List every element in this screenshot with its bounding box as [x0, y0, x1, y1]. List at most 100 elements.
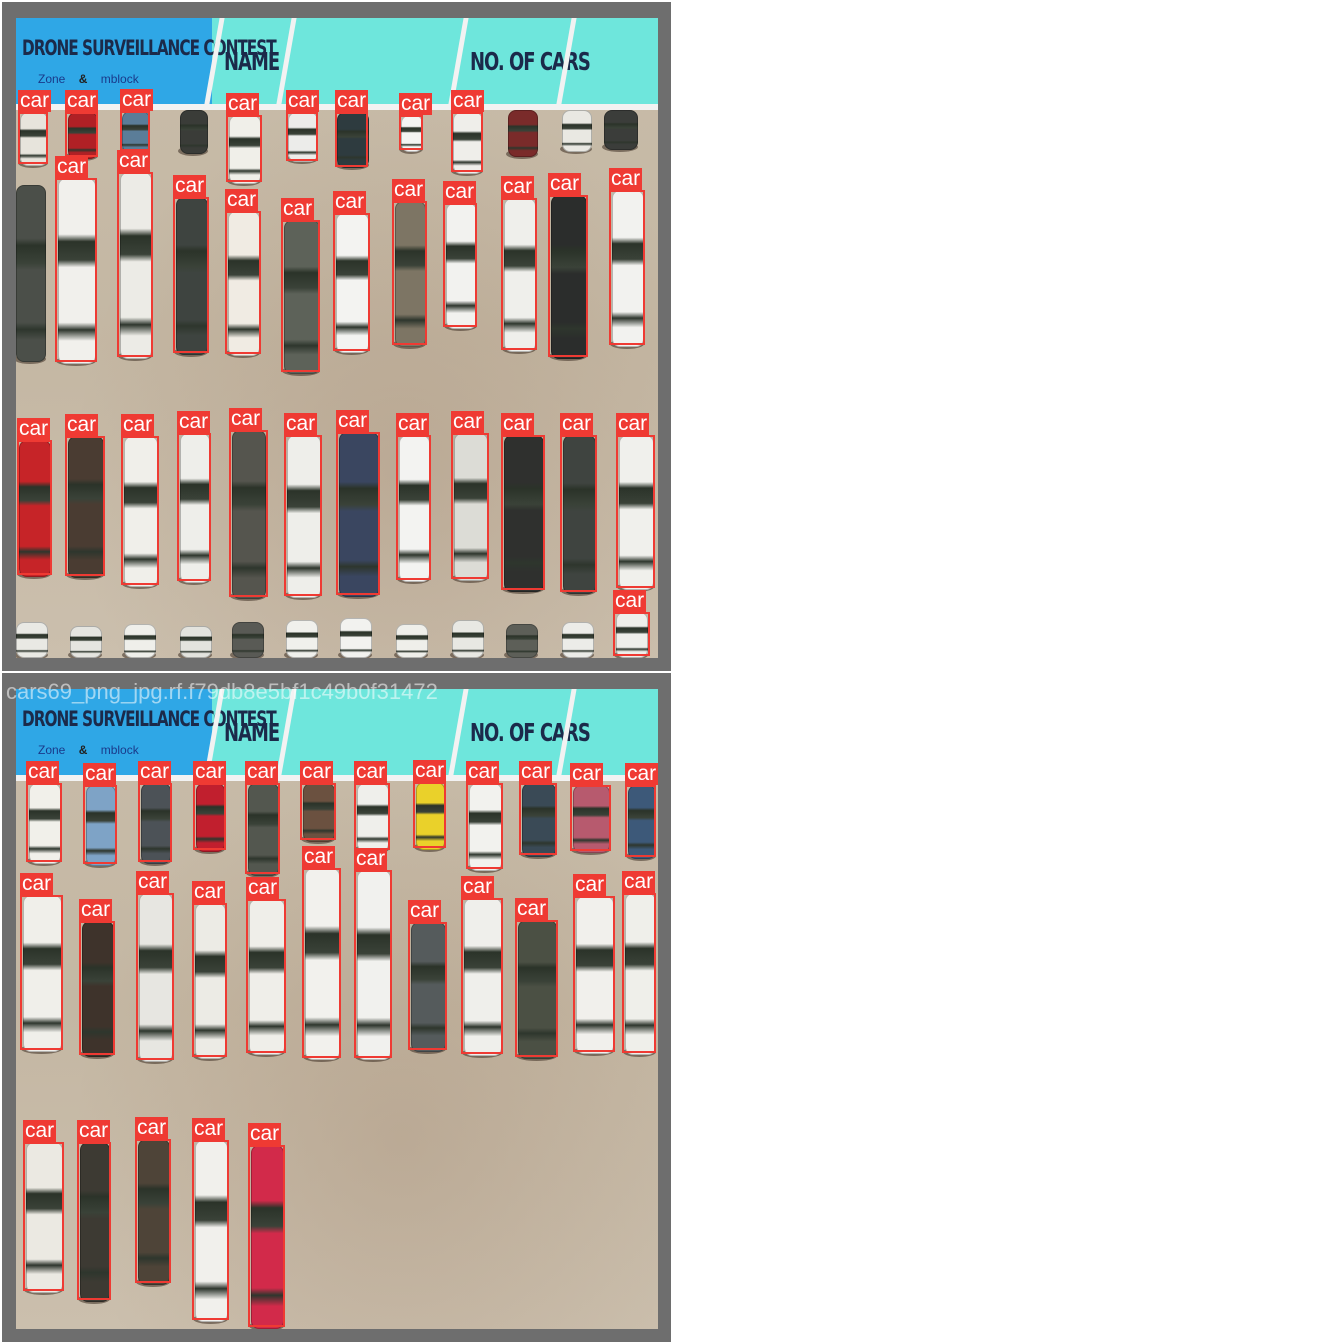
banner-logo: Zone & mblock [38, 72, 139, 86]
parked-car [124, 624, 156, 658]
detection-box [443, 203, 477, 327]
detection-box [392, 201, 427, 345]
detection-box [79, 921, 115, 1055]
detection-label: car [245, 760, 279, 783]
detection-box [616, 435, 655, 588]
detection-box [65, 112, 98, 157]
detection-box [622, 893, 656, 1053]
detection-box [573, 896, 615, 1052]
detection-box [461, 898, 503, 1054]
detection-label: car [560, 412, 594, 435]
detection-box [245, 783, 280, 874]
detection-label: car [55, 155, 89, 178]
detection-label: car [65, 89, 99, 112]
detection-label: car [616, 412, 650, 435]
detection-box [26, 783, 62, 862]
detection-label: car [300, 760, 334, 783]
detection-label: car [548, 172, 582, 195]
detection-box [548, 195, 588, 357]
detection-label: car [229, 407, 263, 430]
detection-box [515, 920, 558, 1057]
detection-label: car [399, 92, 433, 115]
detection-label: car [501, 175, 535, 198]
detection-label: car [573, 873, 607, 896]
detection-box [354, 783, 390, 850]
detection-box [55, 178, 97, 362]
detection-label: car [225, 188, 259, 211]
detection-label: car [622, 870, 656, 893]
detection-box [466, 783, 503, 869]
parked-car [396, 624, 428, 658]
detection-box [396, 435, 431, 580]
detection-box [302, 868, 341, 1058]
detection-box [229, 430, 268, 597]
detection-box [120, 111, 150, 151]
banner-logo: Zone & mblock [38, 743, 139, 757]
detection-label: car [26, 760, 60, 783]
detection-label: car [408, 899, 442, 922]
parked-car [16, 622, 48, 658]
detection-box [192, 1140, 229, 1320]
detection-label: car [121, 413, 155, 436]
detection-box [519, 783, 557, 855]
detection-label: car [65, 413, 99, 436]
banner-count-label: NO. OF CARS [470, 46, 591, 76]
detection-label: car [23, 1119, 57, 1142]
detection-label: car [193, 760, 227, 783]
detection-label: car [120, 88, 154, 111]
parked-car [180, 110, 208, 154]
detection-label: car [246, 876, 280, 899]
detection-label: car [79, 898, 113, 921]
detection-box [173, 197, 209, 353]
detection-label: car [135, 1116, 169, 1139]
detection-box [246, 899, 286, 1053]
parked-car [340, 618, 372, 658]
detection-box [501, 435, 545, 590]
detection-box [501, 198, 537, 350]
detection-label: car [466, 760, 500, 783]
detection-label: car [519, 760, 553, 783]
banner-logo-sep: & [78, 72, 88, 86]
detection-box [570, 785, 611, 851]
detection-box [121, 436, 159, 585]
detection-label: car [117, 149, 151, 172]
detection-box [286, 112, 318, 161]
banner-name-label: NAME [224, 717, 280, 747]
banner-logo-sep: & [78, 743, 88, 757]
detection-label: car [138, 760, 172, 783]
detection-box [135, 1139, 171, 1283]
detection-label: car [336, 409, 370, 432]
detection-box [177, 433, 211, 581]
detection-label: car [413, 759, 447, 782]
detection-box [451, 433, 489, 579]
banner-count-label: NO. OF CARS [470, 717, 591, 747]
detection-label: car [625, 762, 659, 785]
detection-label: car [136, 870, 170, 893]
detection-box [23, 1142, 64, 1291]
detection-label: car [354, 760, 388, 783]
detection-label: car [609, 167, 643, 190]
detection-box [136, 893, 174, 1060]
parked-car [508, 110, 538, 157]
detection-label: car [443, 180, 477, 203]
detection-box [451, 112, 483, 172]
parked-car [180, 626, 212, 658]
parked-car [70, 626, 102, 658]
detection-label: car [335, 89, 369, 112]
detection-box [65, 436, 105, 576]
detection-label: car [17, 417, 51, 440]
parked-car [232, 622, 264, 658]
image-filename-caption: cars69_png_jpg.rf.f79db8e5bf1c49b0f31472 [6, 679, 438, 704]
detection-box [408, 922, 447, 1050]
detection-box [226, 115, 262, 182]
detection-box [613, 612, 650, 656]
detection-box [413, 782, 446, 848]
banner-logo-right: mblock [100, 72, 139, 86]
detection-box [625, 785, 656, 857]
detection-label: car [392, 178, 426, 201]
detection-box [225, 211, 261, 354]
detection-label: car [20, 872, 54, 895]
detection-label: car [461, 875, 495, 898]
detection-box [192, 903, 227, 1057]
detection-box [336, 432, 380, 595]
